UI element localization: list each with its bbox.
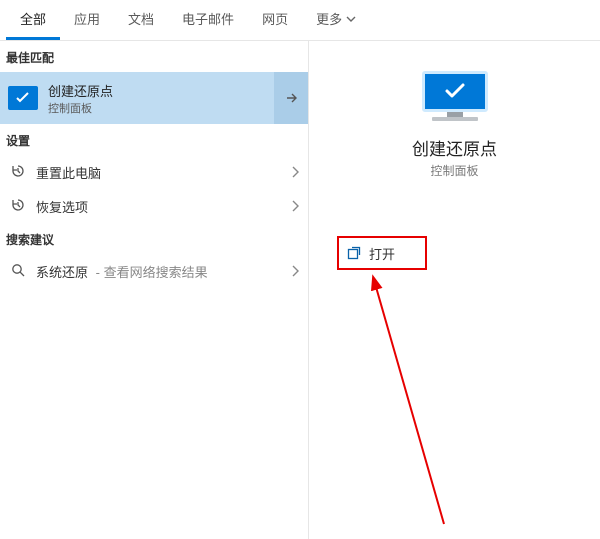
chevron-right-icon [290,265,300,277]
tab-label: 文档 [128,9,154,28]
open-button-label: 打开 [369,244,395,263]
best-match-item[interactable]: 创建还原点 控制面板 [0,72,308,124]
detail-app-icon [420,71,490,121]
tab-apps[interactable]: 应用 [60,0,114,40]
detail-title: 创建还原点 [309,135,600,160]
monitor-check-icon [422,71,488,112]
suggestion-term: 系统还原 [36,265,88,280]
suggestion-row-system-restore[interactable]: 系统还原 - 查看网络搜索结果 [0,254,308,288]
expand-button[interactable] [274,72,308,124]
detail-panel: 创建还原点 控制面板 打开 [309,41,600,539]
annotation-arrow-icon [349,266,469,526]
settings-row-label: 恢复选项 [36,197,290,216]
tab-docs[interactable]: 文档 [114,0,168,40]
tab-web[interactable]: 网页 [248,0,302,40]
open-icon [347,246,361,260]
history-icon [8,197,28,216]
chevron-right-icon [290,166,300,178]
tab-label: 电子邮件 [182,9,234,28]
monitor-check-icon [8,86,38,110]
best-match-texts: 创建还原点 控制面板 [48,81,274,116]
tab-label: 更多 [316,9,342,28]
best-match-subtitle: 控制面板 [48,100,274,116]
search-icon [8,262,28,281]
suggestion-hint: - 查看网络搜索结果 [92,265,208,280]
open-button[interactable]: 打开 [337,236,427,270]
tab-more[interactable]: 更多 [302,0,370,40]
group-header-suggestions: 搜索建议 [0,223,308,254]
group-header-settings: 设置 [0,124,308,155]
settings-row-recovery-options[interactable]: 恢复选项 [0,189,308,223]
suggestion-row-label: 系统还原 - 查看网络搜索结果 [36,262,290,281]
tab-label: 应用 [74,9,100,28]
search-category-tabs: 全部 应用 文档 电子邮件 网页 更多 [0,0,600,41]
settings-row-label: 重置此电脑 [36,163,290,182]
tab-email[interactable]: 电子邮件 [168,0,248,40]
tab-label: 全部 [20,9,46,28]
best-match-title: 创建还原点 [48,81,274,100]
chevron-down-icon [346,14,356,24]
settings-row-reset-pc[interactable]: 重置此电脑 [0,155,308,189]
detail-subtitle: 控制面板 [309,162,600,179]
chevron-right-icon [290,200,300,212]
group-header-best: 最佳匹配 [0,41,308,72]
tab-all[interactable]: 全部 [6,0,60,40]
tab-label: 网页 [262,9,288,28]
results-panel: 最佳匹配 创建还原点 控制面板 设置 重置此电脑 [0,41,309,539]
history-icon [8,163,28,182]
